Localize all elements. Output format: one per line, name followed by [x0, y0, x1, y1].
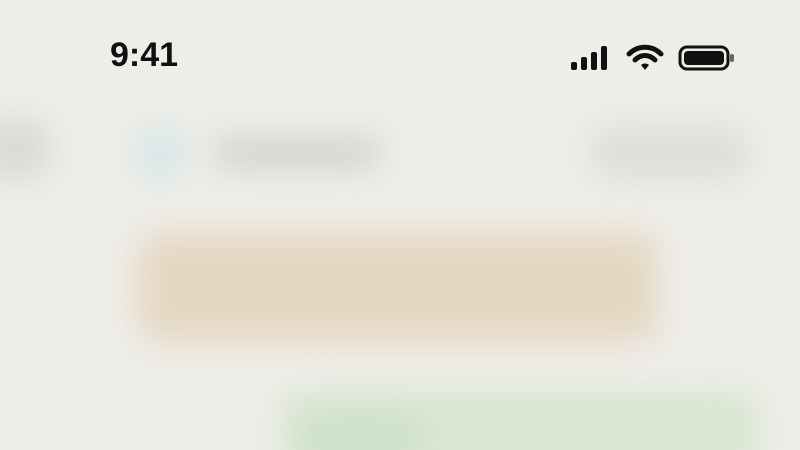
status-time: 9:41: [110, 36, 179, 74]
status-bar: 9:41: [0, 0, 800, 110]
blurred-sent-message-inner: [300, 410, 420, 450]
status-icons: [570, 44, 736, 76]
blurred-message-card-inner: [150, 245, 645, 329]
blurred-contact-name: [212, 134, 382, 172]
battery-icon: [678, 44, 736, 77]
phone-screen: 9:41: [0, 0, 800, 450]
blurred-top-action: [590, 126, 750, 180]
blurred-back-button: [0, 118, 50, 180]
blurred-avatar: [132, 124, 190, 182]
cellular-signal-icon: [570, 45, 612, 76]
wifi-icon: [626, 44, 664, 77]
